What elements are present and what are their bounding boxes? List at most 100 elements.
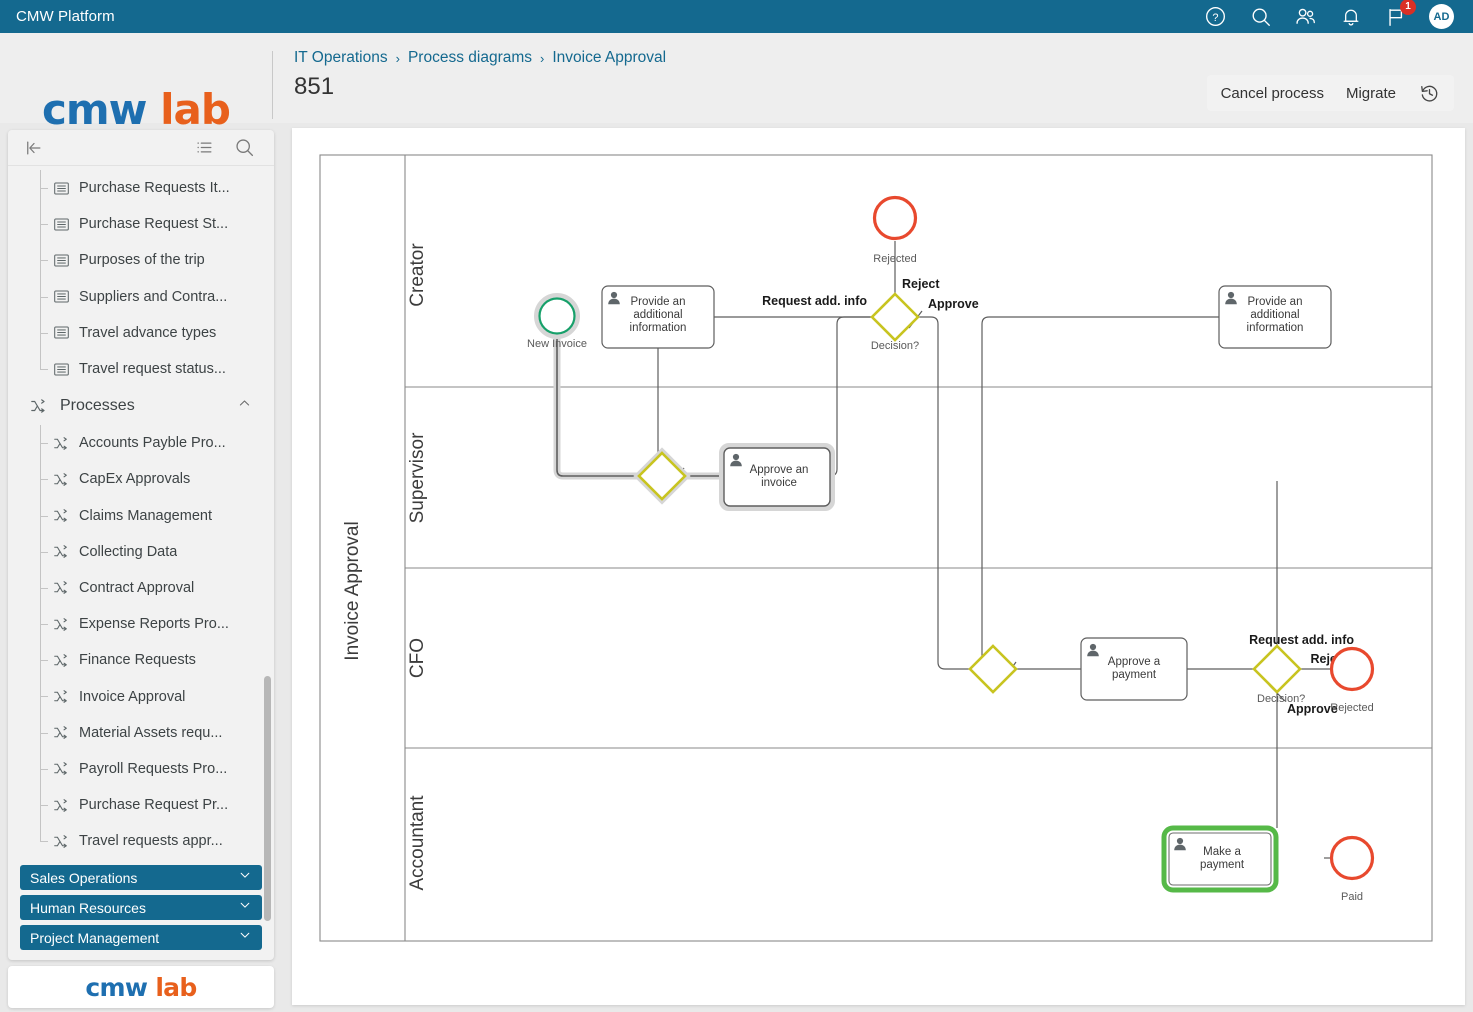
end-event-rejected-cfo[interactable]: Rejected — [1329, 646, 1375, 715]
lane-label-supervisor: Supervisor — [407, 432, 428, 523]
chevron-down-icon[interactable] — [238, 868, 252, 887]
chevron-down-icon[interactable] — [238, 898, 252, 917]
sidebar-item-purchase-requests-it[interactable]: Purchase Requests It... — [8, 170, 274, 207]
tree-tick — [40, 551, 48, 553]
task-provide-additional-information-1[interactable]: Provide an additional information — [601, 285, 715, 349]
sidebar-item-contract-approval[interactable]: Contract Approval — [8, 569, 274, 607]
breadcrumb-item-process-diagrams[interactable]: Process diagrams — [408, 49, 532, 67]
lane-label-cfo: CFO — [407, 638, 428, 678]
sidebar-item-label: Material Assets requ... — [79, 724, 223, 741]
sidebar-item-invoice-approval[interactable]: Invoice Approval — [8, 678, 274, 715]
chevron-down-icon[interactable] — [238, 928, 252, 947]
task-provide-additional-information-2[interactable]: Provide an additional information — [1218, 285, 1332, 349]
sidebar-item-purchase-request-pr[interactable]: Purchase Request Pr... — [8, 787, 274, 824]
tree-tick — [40, 188, 48, 189]
breadcrumb-separator-1: › — [395, 50, 400, 66]
sidebar-item-label: Purposes of the trip — [79, 252, 205, 269]
sidebar-section-label: Project Management — [30, 929, 160, 946]
sidebar-item-label: Contract Approval — [79, 579, 195, 596]
gateway-label: Decision? — [871, 340, 919, 352]
process-icon — [53, 435, 70, 452]
history-icon[interactable] — [1418, 82, 1440, 104]
sidebar-item-label: Invoice Approval — [79, 688, 186, 705]
sidebar-section-project-management[interactable]: Project Management — [20, 925, 262, 951]
gateway-label: Decision? — [1257, 693, 1305, 705]
avatar[interactable]: AD — [1429, 4, 1454, 29]
process-icon — [53, 507, 70, 524]
task-label-line2: payment — [1112, 669, 1157, 681]
end-event-label: Rejected — [1330, 702, 1373, 714]
bpmn-diagram[interactable]: Invoice Approval Creator Supervisor CFO … — [292, 128, 1465, 1005]
task-approve-a-payment[interactable]: Approve a payment — [1080, 637, 1188, 701]
sidebar-item-label: Expense Reports Pro... — [79, 616, 229, 633]
sidebar-item-collecting-data[interactable]: Collecting Data — [8, 533, 274, 570]
sidebar-item-material-assets-requ[interactable]: Material Assets requ... — [8, 714, 274, 751]
bell-icon[interactable] — [1339, 5, 1362, 28]
process-icon — [53, 797, 70, 814]
sidebar-item-capex-approvals[interactable]: CapEx Approvals — [8, 461, 274, 498]
sidebar: Purchase Requests It... Purchase Request… — [8, 130, 274, 960]
process-icon — [53, 724, 70, 741]
breadcrumb-item-it-operations[interactable]: IT Operations — [294, 49, 388, 67]
sidebar-group-label: Processes — [60, 397, 135, 415]
sidebar-item-label: Purchase Request St... — [79, 216, 229, 233]
sidebar-item-travel-requests-appr[interactable]: Travel requests appr... — [8, 823, 274, 859]
sidebar-item-travel-advance-types[interactable]: Travel advance types — [8, 314, 274, 351]
diagram-canvas[interactable]: Invoice Approval Creator Supervisor CFO … — [292, 128, 1465, 1005]
end-event-rejected-creator[interactable]: Rejected — [872, 195, 918, 266]
sidebar-item-label: Purchase Requests It... — [79, 180, 230, 197]
help-icon[interactable]: ? — [1204, 5, 1227, 28]
list-icon[interactable] — [192, 136, 216, 160]
sidebar-item-accounts-payble-pro[interactable]: Accounts Payble Pro... — [8, 425, 274, 462]
chevron-up-icon[interactable] — [237, 396, 252, 416]
cmw-lab-logo: cmw lab — [42, 85, 231, 134]
sidebar-section-human-resources[interactable]: Human Resources — [20, 895, 262, 921]
sidebar-item-expense-reports-pro[interactable]: Expense Reports Pro... — [8, 606, 274, 643]
table-icon — [53, 180, 70, 197]
end-event-circle — [872, 195, 918, 241]
task-label-line3: information — [1247, 322, 1304, 334]
table-icon — [53, 324, 70, 341]
sidebar-item-claims-management[interactable]: Claims Management — [8, 497, 274, 534]
sidebar-item-label: Collecting Data — [79, 543, 178, 560]
sidebar-scrollbar[interactable] — [264, 676, 271, 921]
search-icon[interactable] — [1249, 5, 1272, 28]
sidebar-item-label: Travel request status... — [79, 361, 226, 378]
sidebar-item-label: Suppliers and Contra... — [79, 288, 228, 305]
users-icon[interactable] — [1294, 5, 1317, 28]
search-icon[interactable] — [232, 136, 256, 160]
svg-text:?: ? — [1212, 12, 1218, 24]
process-icon — [53, 543, 70, 560]
sidebar-item-label: Finance Requests — [79, 652, 196, 669]
collapse-left-icon[interactable] — [22, 136, 46, 160]
sidebar-item-label: CapEx Approvals — [79, 471, 191, 488]
process-icon — [53, 471, 70, 488]
breadcrumb: IT Operations › Process diagrams › Invoi… — [294, 49, 666, 67]
sidebar-item-purchase-request-st[interactable]: Purchase Request St... — [8, 206, 274, 243]
task-approve-an-invoice[interactable]: Approve an invoice — [719, 443, 835, 511]
tree-rail — [40, 350, 41, 370]
cancel-process-button[interactable]: Cancel process — [1221, 85, 1324, 102]
sidebar-item-travel-request-status[interactable]: Travel request status... — [8, 350, 274, 387]
sidebar-group-processes[interactable]: Processes — [8, 387, 274, 425]
sidebar-toolbar — [8, 130, 274, 166]
end-event-label: Paid — [1341, 891, 1363, 903]
sidebar-item-purposes-of-the-trip[interactable]: Purposes of the trip — [8, 242, 274, 279]
task-make-a-payment[interactable]: Make a payment — [1161, 825, 1279, 893]
tree-tick — [40, 515, 48, 517]
sidebar-item-payroll-requests-pro[interactable]: Payroll Requests Pro... — [8, 750, 274, 787]
sidebar-section-sales-operations[interactable]: Sales Operations — [20, 865, 262, 891]
tree-tick — [40, 660, 48, 662]
end-event-circle — [1329, 835, 1375, 881]
sidebar-list: Purchase Requests It... Purchase Request… — [8, 166, 274, 951]
sidebar-item-finance-requests[interactable]: Finance Requests — [8, 642, 274, 679]
sidebar-item-label: Payroll Requests Pro... — [79, 760, 228, 777]
migrate-button[interactable]: Migrate — [1346, 85, 1396, 102]
flag-icon[interactable]: 1 — [1384, 0, 1416, 28]
sidebar-item-suppliers-and-contra[interactable]: Suppliers and Contra... — [8, 278, 274, 315]
sidebar-item-label: Travel requests appr... — [79, 833, 223, 850]
end-event-circle — [1329, 646, 1375, 692]
breadcrumb-item-invoice-approval[interactable]: Invoice Approval — [552, 49, 666, 67]
tree-tick — [40, 260, 48, 262]
process-icon — [53, 579, 70, 596]
